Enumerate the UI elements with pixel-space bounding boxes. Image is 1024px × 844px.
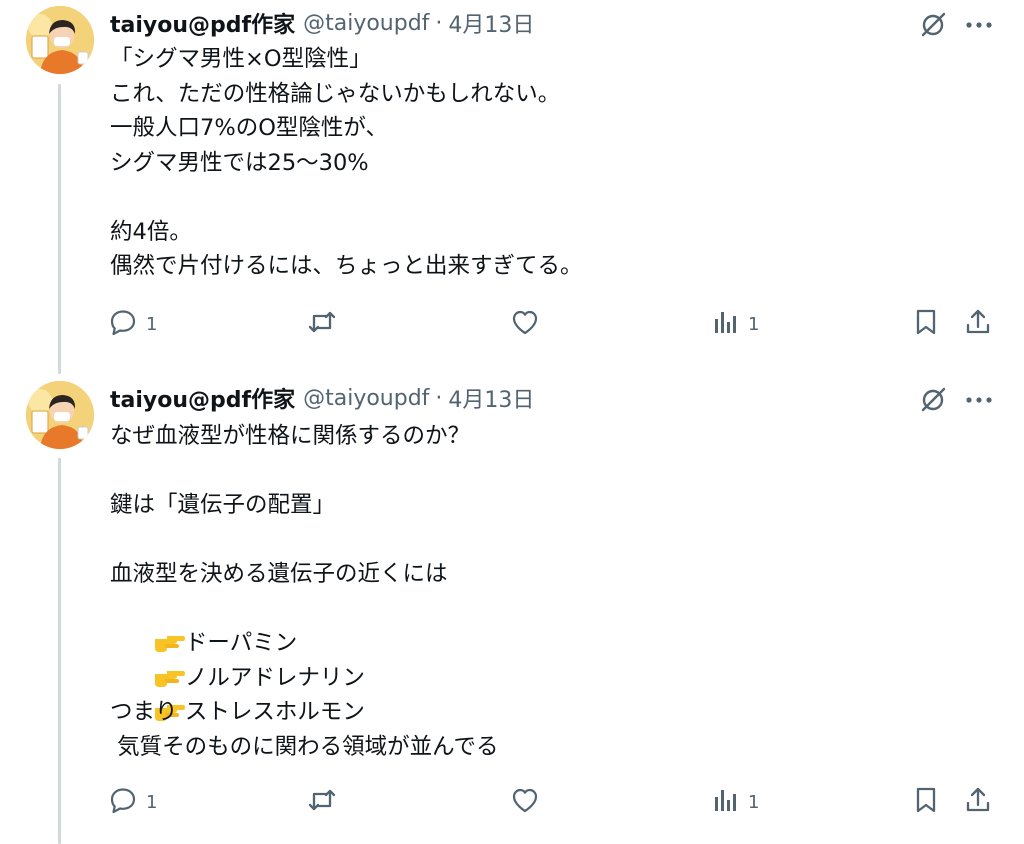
more-options-icon[interactable] [962,8,996,42]
repost-icon [306,785,338,820]
share-icon [964,307,992,342]
reply-count: 1 [146,313,158,335]
separator-dot: · [435,10,443,36]
like-button[interactable] [510,785,548,819]
display-name[interactable]: taiyou@pdf作家 [110,7,295,39]
like-button[interactable] [510,307,548,341]
user-handle[interactable]: @taiyoupdf [303,386,429,411]
avatar-image [26,381,94,449]
text-line: 「シグマ男性×O型陰性」 [110,46,372,72]
list-item: ドーパミン [110,592,990,656]
text-line: これ、ただの性格論じゃないかもしれない。 [110,80,561,107]
text-line: 鍵は「遺伝子の配置」 [110,492,336,518]
text-line: なぜ血液型が性格に関係するのか？ [110,423,471,449]
text-line [110,180,990,215]
text-line: 一般人口7%のO型陰性が、 [110,115,388,141]
reply-icon [108,785,138,820]
views-icon [712,307,740,342]
bookmark-icon [912,785,940,820]
grok-icon[interactable] [916,383,950,417]
tweet-text: 「シグマ男性×O型陰性」 これ、ただの性格論じゃないかもしれない。 一般人口7%… [110,42,990,284]
user-handle[interactable]: @taiyoupdf [303,11,429,36]
text-line: 血液型を決める遺伝子の近くには [110,561,448,587]
display-name[interactable]: taiyou@pdf作家 [110,382,295,414]
avatar[interactable] [26,6,94,74]
bookmark-icon [912,307,940,342]
more-options-icon[interactable] [962,383,996,417]
views-button[interactable]: 1 [712,785,759,819]
reply-button[interactable]: 1 [108,307,157,341]
views-icon [712,785,740,820]
reply-button[interactable]: 1 [108,785,157,819]
bookmark-button[interactable] [912,785,940,819]
repost-button[interactable] [306,307,346,341]
tweet-header: taiyou@pdf作家 @taiyoupdf · 4月13日 [110,7,534,39]
pointing-finger-icon [154,670,185,687]
separator-dot: · [435,385,443,411]
avatar-image [26,6,94,74]
grok-icon[interactable] [916,8,950,42]
views-button[interactable]: 1 [712,307,759,341]
text-line: 偶然で片付けるには、ちょっと出来すぎてる。 [110,253,583,279]
tweet-header: taiyou@pdf作家 @taiyoupdf · 4月13日 [110,382,534,414]
repost-button[interactable] [306,785,346,819]
reply-count: 1 [146,791,158,813]
text-line: 気質そのものに関わる領域が並んでる [110,733,499,760]
text-line: シグマ男性では25〜30% [110,149,369,176]
tweet-actions: 1 1 [108,307,998,341]
text-line: 約4倍。 [110,218,192,245]
thread-line [58,84,61,374]
reply-icon [108,307,138,342]
views-count: 1 [748,791,760,813]
bookmark-button[interactable] [912,307,940,341]
text-line [110,454,990,489]
tweet-text: なぜ血液型が性格に関係するのか？ 鍵は「遺伝子の配置」 血液型を決める遺伝子の近… [110,419,990,764]
pointing-finger-icon [154,636,185,652]
share-button[interactable] [964,307,992,341]
tweet-date[interactable]: 4月13日 [448,7,534,39]
like-icon [510,785,540,820]
tweet-date[interactable]: 4月13日 [448,382,534,414]
list-item-text: ノルアドレナリン [184,664,365,691]
repost-icon [306,307,338,342]
text-line [110,523,990,558]
list-item-text: ストレスホルモン [184,699,365,725]
avatar[interactable] [26,381,94,449]
thread-line [58,458,61,844]
views-count: 1 [748,313,760,335]
tweet-actions: 1 1 [108,785,998,819]
share-button[interactable] [964,785,992,819]
like-icon [510,307,540,342]
list-item-text: ドーパミン [184,630,298,656]
share-icon [964,785,992,820]
